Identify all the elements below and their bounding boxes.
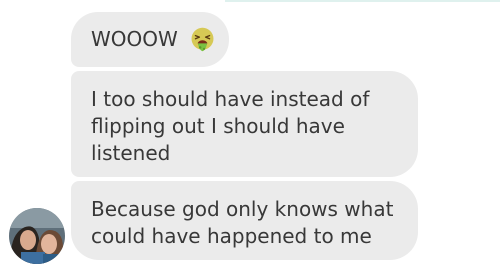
- message-bubble-2[interactable]: I too should have instead of flipping ou…: [71, 71, 418, 177]
- message-text: WOOOW: [91, 27, 178, 51]
- message-bubble-1[interactable]: WOOOW: [71, 12, 229, 67]
- profile-photo: [9, 208, 65, 264]
- divider-line: [225, 0, 500, 2]
- message-line: I too should have instead of: [91, 87, 370, 111]
- message-line: listened: [91, 141, 171, 165]
- vomiting-face-icon: [191, 27, 214, 52]
- message-bubble-3[interactable]: Because god only knows what could have h…: [71, 181, 418, 260]
- message-line: Because god only knows what: [91, 197, 394, 221]
- message-line: could have happened to me: [91, 224, 372, 248]
- chat-thread: WOOOW I too should have instead of flipp…: [0, 0, 500, 277]
- message-line: flipping out I should have: [91, 114, 345, 138]
- avatar[interactable]: [9, 208, 65, 264]
